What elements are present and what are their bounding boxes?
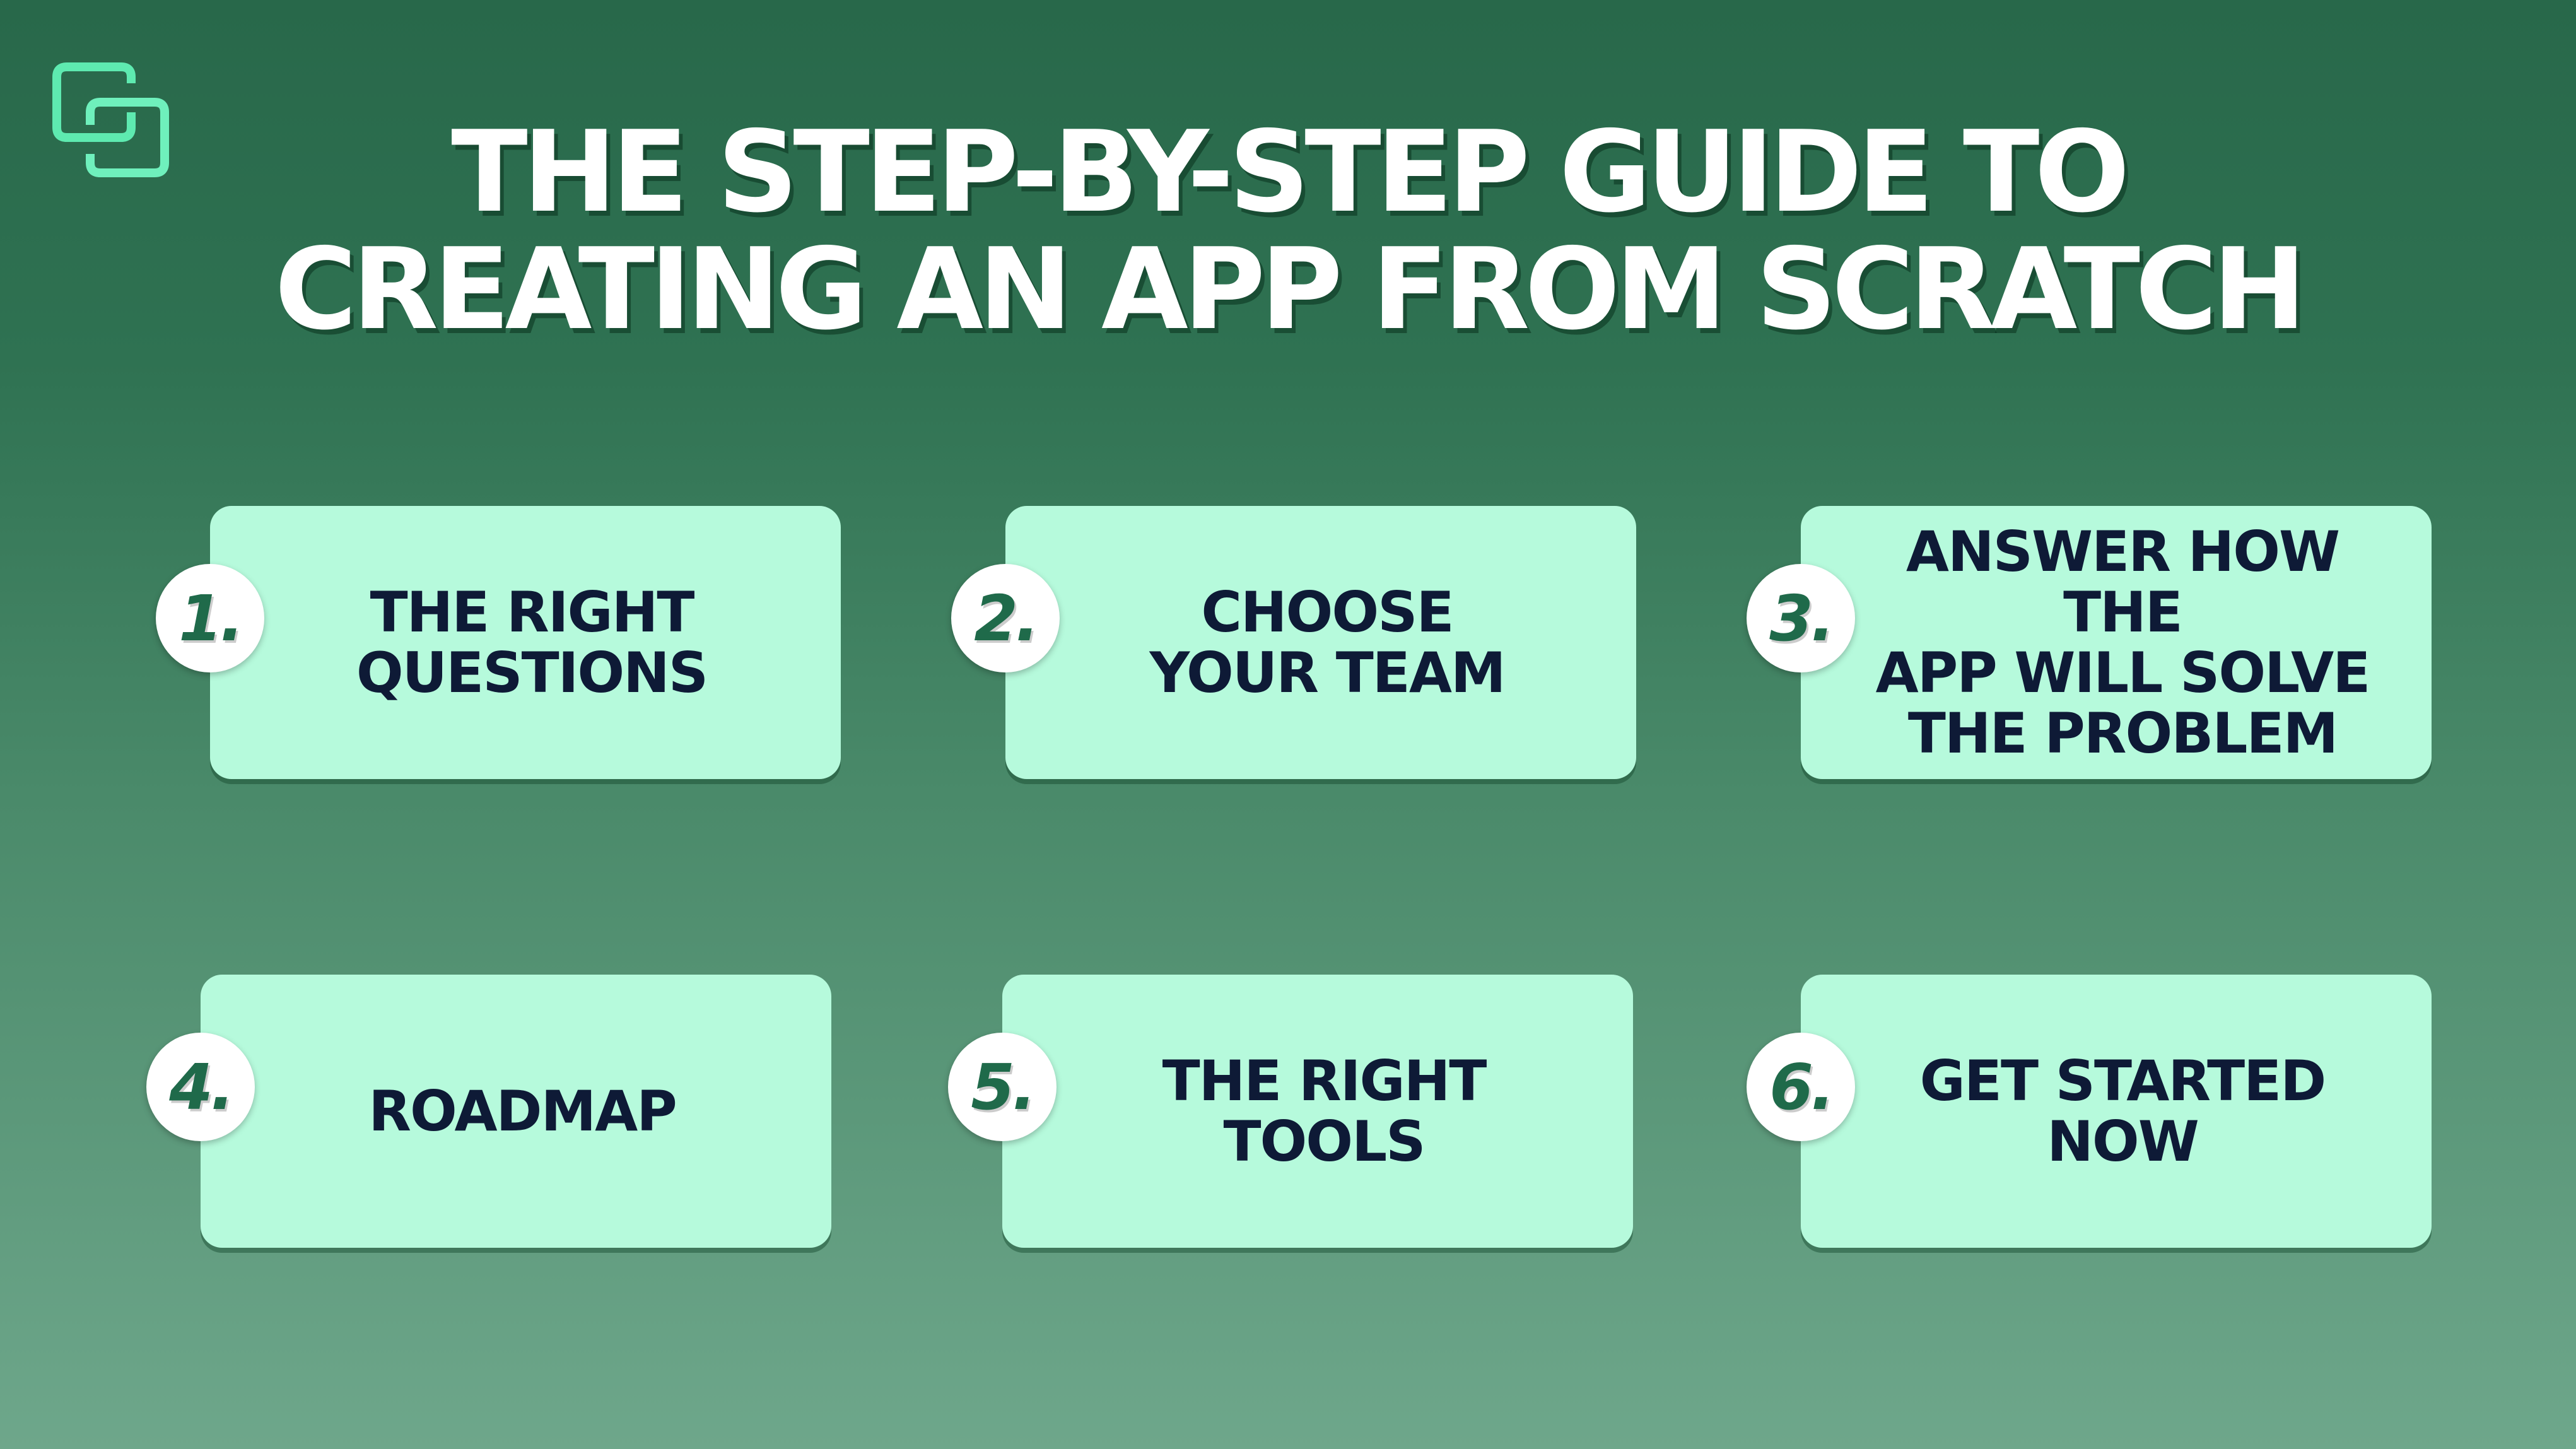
step-number-badge: 4. bbox=[146, 1033, 255, 1141]
title-line-2: CREATING AN APP FROM SCRATCH bbox=[274, 224, 2306, 355]
step-label: GET STARTED NOW bbox=[1919, 1048, 2327, 1174]
step-label: ROADMAP bbox=[368, 1078, 677, 1144]
step-card-3: 3. ANSWER HOW THE APP WILL SOLVE THE PRO… bbox=[1747, 506, 2432, 779]
title-line-1: THE STEP-BY-STEP GUIDE TO bbox=[451, 107, 2129, 237]
step-card-5: 5. THE RIGHT TOOLS bbox=[948, 975, 1633, 1248]
step-number-badge: 1. bbox=[156, 564, 264, 672]
step-number-badge: 5. bbox=[948, 1033, 1057, 1141]
step-card-1: 1. THE RIGHT QUESTIONS bbox=[156, 506, 841, 779]
step-number-badge: 6. bbox=[1747, 1033, 1855, 1141]
step-number-badge: 3. bbox=[1747, 564, 1855, 672]
step-card-6: 6. GET STARTED NOW bbox=[1747, 975, 2432, 1248]
step-card-2: 2. CHOOSE YOUR TEAM bbox=[951, 506, 1636, 779]
step-label: ANSWER HOW THE APP WILL SOLVE THE PROBLE… bbox=[1875, 519, 2371, 766]
step-label: THE RIGHT TOOLS bbox=[1162, 1048, 1487, 1174]
page-title: THE STEP-BY-STEP GUIDE TO CREATING AN AP… bbox=[0, 114, 2576, 348]
step-label: CHOOSE YOUR TEAM bbox=[1149, 579, 1506, 705]
step-label: THE RIGHT QUESTIONS bbox=[356, 579, 708, 705]
step-card-4: 4. ROADMAP bbox=[146, 975, 831, 1248]
step-number-badge: 2. bbox=[951, 564, 1060, 672]
